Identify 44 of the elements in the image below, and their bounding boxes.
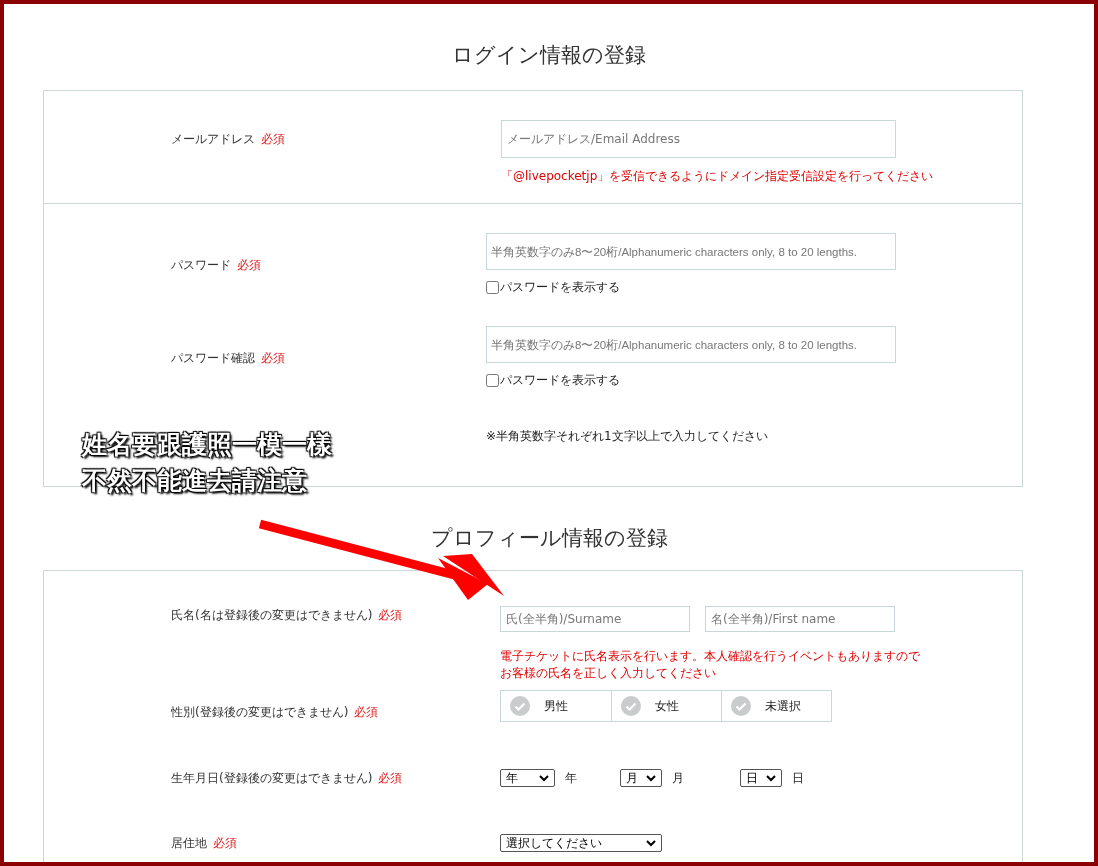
note-text: 電子チケットに氏名表示を行います。本人確認を行うイベントもありますので (500, 648, 920, 665)
required-label: 必須 (354, 704, 379, 721)
field-label: パスワード (171, 256, 231, 274)
field-label: パスワード確認 (171, 349, 255, 367)
email-input[interactable]: メールアドレス/Email Address (501, 120, 896, 158)
password-input[interactable]: 半角英数字のみ8〜20桁/Alphanumeric characters only, 8 to 20 lengths. (486, 326, 896, 363)
chevron-down-icon (646, 774, 656, 782)
dropdown-select[interactable]: 月 (620, 769, 662, 787)
required-label: 必須 (237, 256, 261, 274)
required-label: 必須 (378, 607, 403, 624)
required-label: 必須 (261, 131, 285, 148)
checkbox-label: パスワードを表示する (500, 279, 620, 296)
field-label: メールアドレス (171, 131, 255, 148)
required-label: 必須 (378, 770, 403, 787)
section-title: ログイン情報の登録 (452, 42, 646, 69)
name-input[interactable]: 氏(全半角)/Surname (500, 606, 690, 632)
chevron-down-icon (766, 774, 776, 782)
check-circle-icon (731, 696, 751, 716)
checkbox-label: パスワードを表示する (500, 372, 620, 389)
password-input[interactable]: 半角英数字のみ8〜20桁/Alphanumeric characters only, 8 to 20 lengths. (486, 233, 896, 270)
password-rule-text: ※半角英数字それぞれ1文字以上で入力してください (486, 429, 768, 443)
chevron-down-icon (539, 774, 549, 782)
field-label: 氏名(名は登録後の変更はできません) (171, 607, 373, 624)
unit-label: 年 (565, 770, 577, 787)
section-title: プロフィール情報の登録 (430, 525, 668, 552)
field-label: 性別(登録後の変更はできません) (171, 704, 349, 721)
note-text: お客様の氏名を正しく入力してください (500, 665, 717, 682)
show-password-checkbox[interactable] (486, 280, 499, 294)
chevron-down-icon (646, 839, 656, 847)
required-label: 必須 (213, 835, 237, 852)
unit-label: 月 (672, 770, 684, 787)
dropdown-select[interactable]: 年 (500, 769, 555, 787)
field-label: 居住地 (171, 835, 207, 852)
annotation-text: 姓名要跟護照一模一樣 不然不能進去請注意 (82, 429, 332, 498)
check-circle-icon (510, 696, 530, 716)
unit-label: 日 (792, 770, 804, 787)
field-label: 生年月日(登録後の変更はできません) (171, 770, 373, 787)
name-input[interactable]: 名(全半角)/First name (705, 606, 895, 632)
dropdown-select[interactable]: 選択してください (500, 834, 662, 852)
note-text: 「@livepocketjp」を受信できるようにドメイン指定受信設定を行ってください (501, 168, 934, 185)
show-password-checkbox[interactable] (486, 373, 499, 387)
check-circle-icon (621, 696, 641, 716)
required-label: 必須 (261, 349, 285, 367)
dropdown-select[interactable]: 日 (740, 769, 782, 787)
